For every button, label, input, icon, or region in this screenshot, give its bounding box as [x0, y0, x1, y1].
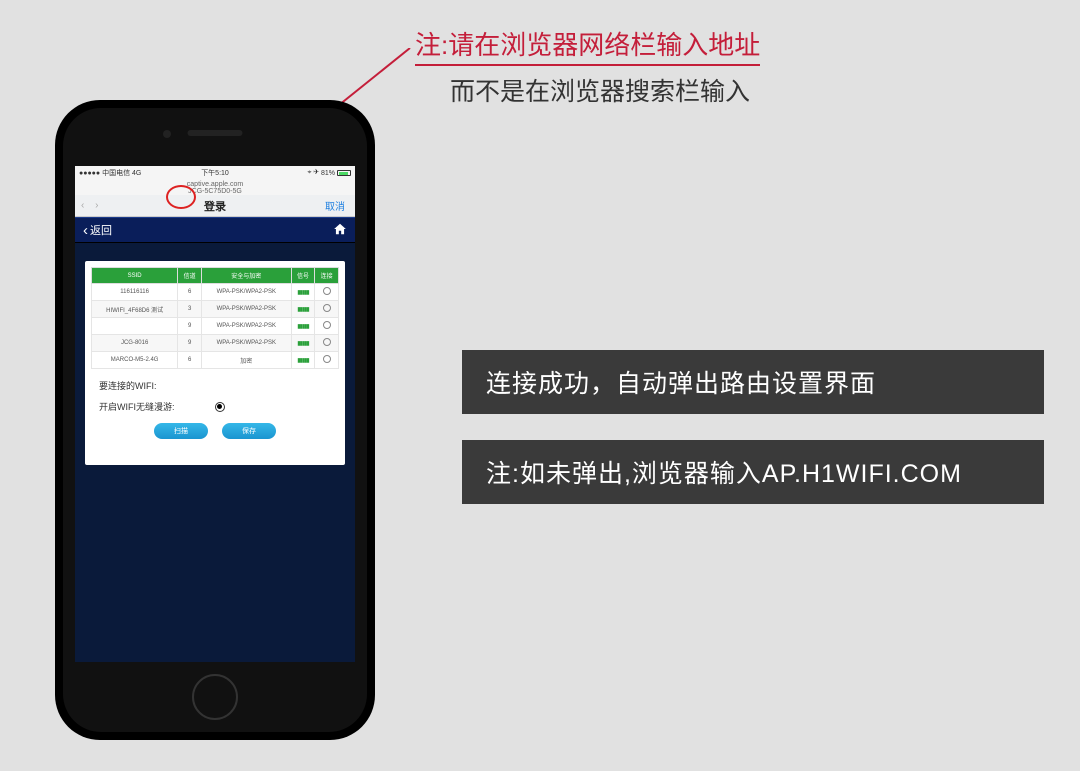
- callout-success: 连接成功，自动弹出路由设置界面: [462, 350, 1044, 414]
- battery-indicator: ⌖ ✈ 81%: [308, 169, 351, 177]
- cell-sec: WPA-PSK/WPA2-PSK: [201, 335, 291, 352]
- wifi-list-panel: SSID 信道 安全与加密 信号 连接 116116116 6: [85, 261, 345, 465]
- home-button[interactable]: [192, 674, 238, 720]
- chevron-left-icon: ‹: [83, 222, 88, 239]
- cell-ch: 9: [178, 318, 202, 335]
- battery-extra: ⌖ ✈: [308, 169, 319, 177]
- table-row[interactable]: MARCO-M5-2.4G 6 加密 ▮▮▮▮▮: [92, 352, 339, 369]
- col-ssid: SSID: [92, 268, 178, 284]
- phone-speaker: [188, 130, 243, 136]
- col-channel: 信道: [178, 268, 202, 284]
- cell-ch: 9: [178, 335, 202, 352]
- back-button[interactable]: ‹ 返回: [83, 222, 112, 239]
- roam-label: 开启WIFI无缝漫游:: [99, 400, 175, 413]
- button-row: 扫描 保存: [99, 423, 331, 439]
- cell-sec: WPA-PSK/WPA2-PSK: [201, 301, 291, 318]
- home-icon[interactable]: [333, 222, 347, 239]
- captive-ssid: JCG-5C75D0-5G: [75, 188, 355, 195]
- router-content: SSID 信道 安全与加密 信号 连接 116116116 6: [75, 243, 355, 659]
- login-navbar: ‹ › 登录 取消: [75, 195, 355, 217]
- col-connect: 连接: [315, 268, 339, 284]
- cell-sec: WPA-PSK/WPA2-PSK: [201, 284, 291, 301]
- cell-ch: 6: [178, 284, 202, 301]
- roaming-row: 开启WIFI无缝漫游:: [99, 400, 331, 413]
- cell-signal: ▮▮▮▮▮: [291, 284, 315, 301]
- captive-url-bar: captive.apple.com JCG-5C75D0-5G: [75, 180, 355, 195]
- cancel-button[interactable]: 取消: [325, 198, 355, 213]
- annotation-line2: 而不是在浏览器搜索栏输入: [450, 72, 1030, 108]
- phone-camera: [163, 130, 171, 138]
- radio-icon[interactable]: [323, 321, 331, 329]
- wifi-table: SSID 信道 安全与加密 信号 连接 116116116 6: [91, 267, 339, 369]
- phone-inner: ●●●●● 中国电信 4G 下午5:10 ⌖ ✈ 81% captive.app…: [63, 108, 367, 732]
- cell-ch: 6: [178, 352, 202, 369]
- table-row[interactable]: HIWIFI_4F68D6 测试 3 WPA-PSK/WPA2-PSK ▮▮▮▮…: [92, 301, 339, 318]
- cell-sec: WPA-PSK/WPA2-PSK: [201, 318, 291, 335]
- carrier-label: ●●●●● 中国电信 4G: [79, 168, 141, 178]
- roaming-radio[interactable]: [215, 402, 225, 412]
- cell-signal: ▮▮▮▮▮: [291, 352, 315, 369]
- table-row[interactable]: JCG-8016 9 WPA-PSK/WPA2-PSK ▮▮▮▮▮: [92, 335, 339, 352]
- annotation-line1: 注:请在浏览器网络栏输入地址: [415, 25, 760, 66]
- scan-button[interactable]: 扫描: [154, 423, 208, 439]
- phone-frame: ●●●●● 中国电信 4G 下午5:10 ⌖ ✈ 81% captive.app…: [55, 100, 375, 740]
- radio-icon[interactable]: [323, 304, 331, 312]
- form-area: 要连接的WIFI: 开启WIFI无缝漫游: 扫描 保存: [91, 369, 339, 447]
- nav-title: 登录: [204, 198, 226, 214]
- wifi-to-connect-row: 要连接的WIFI:: [99, 379, 331, 392]
- table-row[interactable]: 9 WPA-PSK/WPA2-PSK ▮▮▮▮▮: [92, 318, 339, 335]
- cell-ssid: JCG-8016: [92, 335, 178, 352]
- nav-arrows[interactable]: ‹ ›: [75, 200, 108, 211]
- cell-connect[interactable]: [315, 318, 339, 335]
- cell-signal: ▮▮▮▮▮: [291, 318, 315, 335]
- status-bar: ●●●●● 中国电信 4G 下午5:10 ⌖ ✈ 81%: [75, 166, 355, 180]
- callout-fallback: 注:如未弹出,浏览器输入AP.H1WIFI.COM: [462, 440, 1044, 504]
- cell-signal: ▮▮▮▮▮: [291, 335, 315, 352]
- cell-ssid: 116116116: [92, 284, 178, 301]
- save-button[interactable]: 保存: [222, 423, 276, 439]
- col-signal: 信号: [291, 268, 315, 284]
- cell-ssid: MARCO-M5-2.4G: [92, 352, 178, 369]
- cell-ssid: [92, 318, 178, 335]
- phone-screen: ●●●●● 中国电信 4G 下午5:10 ⌖ ✈ 81% captive.app…: [75, 166, 355, 662]
- cell-connect[interactable]: [315, 284, 339, 301]
- cell-connect[interactable]: [315, 352, 339, 369]
- cell-connect[interactable]: [315, 335, 339, 352]
- battery-pct: 81%: [321, 170, 335, 177]
- cell-ch: 3: [178, 301, 202, 318]
- cell-connect[interactable]: [315, 301, 339, 318]
- radio-icon[interactable]: [323, 355, 331, 363]
- clock-label: 下午5:10: [201, 168, 229, 178]
- table-row[interactable]: 116116116 6 WPA-PSK/WPA2-PSK ▮▮▮▮▮: [92, 284, 339, 301]
- back-label: 返回: [90, 222, 112, 238]
- col-security: 安全与加密: [201, 268, 291, 284]
- cell-sec: 加密: [201, 352, 291, 369]
- cell-ssid: HIWIFI_4F68D6 测试: [92, 301, 178, 318]
- tutorial-annotation: 注:请在浏览器网络栏输入地址 而不是在浏览器搜索栏输入: [380, 25, 1030, 108]
- radio-icon[interactable]: [323, 338, 331, 346]
- battery-icon: [337, 170, 351, 176]
- captive-domain: captive.apple.com: [75, 181, 355, 188]
- cell-signal: ▮▮▮▮▮: [291, 301, 315, 318]
- wifi-label: 要连接的WIFI:: [99, 379, 157, 392]
- table-header-row: SSID 信道 安全与加密 信号 连接: [92, 268, 339, 284]
- radio-icon[interactable]: [323, 287, 331, 295]
- app-header: ‹ 返回: [75, 217, 355, 243]
